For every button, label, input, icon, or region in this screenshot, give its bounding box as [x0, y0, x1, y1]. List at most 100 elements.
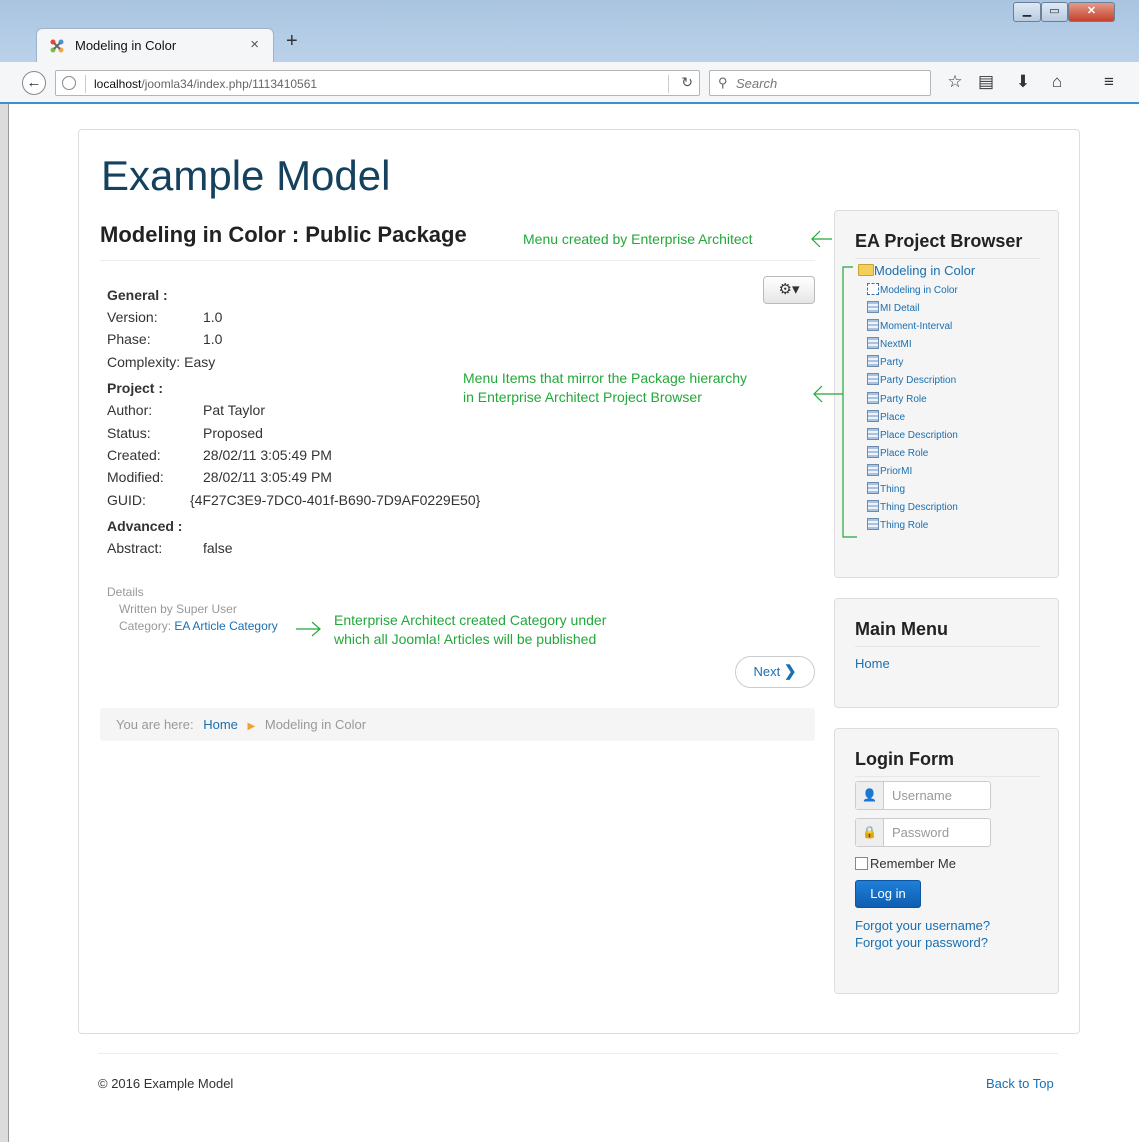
tree-item-label: Party Role [880, 393, 927, 405]
tree-item[interactable]: MI Detail [867, 300, 958, 318]
tree-item-label: PriorMI [880, 465, 913, 477]
document-icon [867, 391, 879, 404]
meta-value: 28/02/11 3:05:49 PM [203, 447, 332, 464]
forgot-username-link[interactable]: Forgot your username? [855, 917, 990, 934]
menu-icon[interactable]: ≡ [1098, 72, 1120, 92]
back-icon[interactable]: ← [22, 71, 46, 95]
tree-item[interactable]: NextMI [867, 336, 958, 354]
site-title[interactable]: Example Model [101, 152, 390, 200]
chevron-right-icon: ❯ [783, 663, 797, 680]
user-icon: 👤 [856, 782, 884, 809]
tree-item[interactable]: Place Role [867, 445, 958, 463]
tree-item-label: NextMI [880, 339, 912, 351]
tree-item[interactable]: Thing [867, 481, 958, 499]
tree-item[interactable]: Party Description [867, 372, 958, 390]
next-button[interactable]: Next ❯ [735, 656, 815, 688]
window-maximize-button[interactable]: ▭ [1041, 2, 1068, 22]
main-menu-module: Main Menu Home [834, 598, 1059, 708]
url-text[interactable]: localhost/joomla34/index.php/1113410561 [94, 77, 317, 91]
document-icon [867, 301, 879, 314]
meta-label: Phase: [107, 331, 151, 348]
details-heading: Details [107, 585, 144, 599]
document-icon [867, 482, 879, 495]
meta-value: Easy [184, 353, 216, 370]
meta-label: Version: [107, 309, 158, 325]
tree-item-label: Modeling in Color [880, 285, 958, 296]
meta-value: {4F27C3E9-7DC0-401f-B690-7D9AF0229E50} [190, 491, 481, 508]
search-input[interactable]: ⚲ Search [709, 70, 931, 96]
meta-label: Created: [107, 447, 161, 464]
meta-label: Author: [107, 402, 153, 419]
reload-icon[interactable]: ↻ [681, 74, 693, 91]
tree-root-item[interactable]: Modeling in Color [858, 263, 975, 278]
tree-item[interactable]: Thing Description [867, 499, 958, 517]
browser-tab[interactable]: Modeling in Color × [36, 28, 274, 62]
bookmark-star-icon[interactable]: ☆ [944, 72, 966, 92]
meta-section-heading: Project : [107, 380, 164, 397]
username-input[interactable] [885, 782, 989, 809]
new-tab-button[interactable]: + [286, 30, 298, 53]
folder-icon [858, 264, 874, 276]
article-tools-gear-button[interactable]: ⚙▾ [763, 276, 815, 304]
breadcrumb-home[interactable]: Home [203, 717, 238, 732]
tree-item-label: Place Role [880, 447, 929, 459]
meta-row: Created: 28/02/11 3:05:49 PM [107, 444, 480, 466]
meta-label: Status: [107, 424, 151, 441]
gear-icon: ⚙▾ [778, 281, 800, 298]
remember-me[interactable]: Remember Me [855, 856, 956, 871]
meta-row: Version: 1.0 [107, 306, 480, 328]
tree-item[interactable]: Party Role [867, 391, 958, 409]
meta-value: 1.0 [203, 331, 223, 348]
tree-item[interactable]: PriorMI [867, 463, 958, 481]
address-bar[interactable]: localhost/joomla34/index.php/1113410561 … [55, 70, 700, 96]
username-field-group: 👤 [855, 781, 991, 810]
diagram-icon [867, 283, 879, 295]
meta-value: false [203, 540, 233, 557]
back-to-top-link[interactable]: Back to Top [986, 1076, 1054, 1091]
annotation-menu-items: Menu Items that mirror the Package hiera… [463, 370, 748, 405]
home-icon[interactable]: ⌂ [1046, 72, 1068, 92]
login-button[interactable]: Log in [855, 880, 921, 908]
remember-checkbox[interactable] [855, 857, 868, 870]
search-placeholder: Search [736, 76, 778, 91]
article-metadata: General : Version: 1.0 Phase: 1.0 Complexity:… [107, 280, 480, 560]
meta-row: Modified: 28/02/11 3:05:49 PM [107, 466, 480, 488]
meta-row: GUID: {4F27C3E9-7DC0-401f-B690-7D9AF0229E… [107, 489, 480, 511]
article-details: Details Written by Super User Category: … [107, 584, 278, 635]
password-input[interactable] [885, 819, 989, 846]
main-menu-heading: Main Menu [855, 619, 1040, 647]
meta-value: 1.0 [203, 309, 223, 325]
meta-label: Abstract: [107, 540, 163, 557]
tree-item[interactable]: Modeling in Color [867, 282, 958, 300]
annotation-category: Enterprise Architect created Category un… [334, 612, 607, 647]
document-icon [867, 355, 879, 368]
browser-navbar: ← localhost/joomla34/index.php/111341056… [0, 62, 1139, 104]
window-minimize-button[interactable]: ▁ [1013, 2, 1041, 22]
breadcrumb: You are here: Home ▶ Modeling in Color [100, 708, 815, 741]
tree-item[interactable]: Party [867, 354, 958, 372]
breadcrumb-current: Modeling in Color [264, 717, 367, 732]
tree-item[interactable]: Place [867, 409, 958, 427]
tree-item-label: Party Description [880, 375, 957, 387]
document-icon [867, 427, 879, 440]
document-icon [867, 500, 879, 513]
tree-item[interactable]: Thing Role [867, 517, 958, 535]
tab-close-icon[interactable]: × [250, 36, 259, 53]
main-menu-item-home[interactable]: Home [855, 655, 1058, 672]
annotation-menu-created: Menu created by Enterprise Architect [523, 231, 753, 247]
breadcrumb-prefix: You are here: [116, 717, 194, 732]
category-link[interactable]: EA Article Category [174, 619, 277, 633]
download-icon[interactable]: ⬇ [1012, 72, 1034, 92]
window-close-button[interactable]: ✕ [1068, 2, 1115, 22]
forgot-password-link[interactable]: Forgot your password? [855, 934, 990, 951]
ea-project-browser-module: EA Project Browser Modeling in Color Mod… [834, 210, 1059, 578]
meta-label: Modified: [107, 469, 164, 486]
lock-icon: 🔒 [856, 819, 884, 846]
tree-item[interactable]: Place Description [867, 427, 958, 445]
reading-list-icon[interactable]: ▤ [975, 72, 997, 92]
tree-item[interactable]: Moment-Interval [867, 318, 958, 336]
document-icon [867, 373, 879, 386]
login-heading: Login Form [855, 749, 1040, 777]
meta-row: Status: Proposed [107, 422, 480, 444]
footer-copyright: © 2016 Example Model [98, 1076, 234, 1091]
